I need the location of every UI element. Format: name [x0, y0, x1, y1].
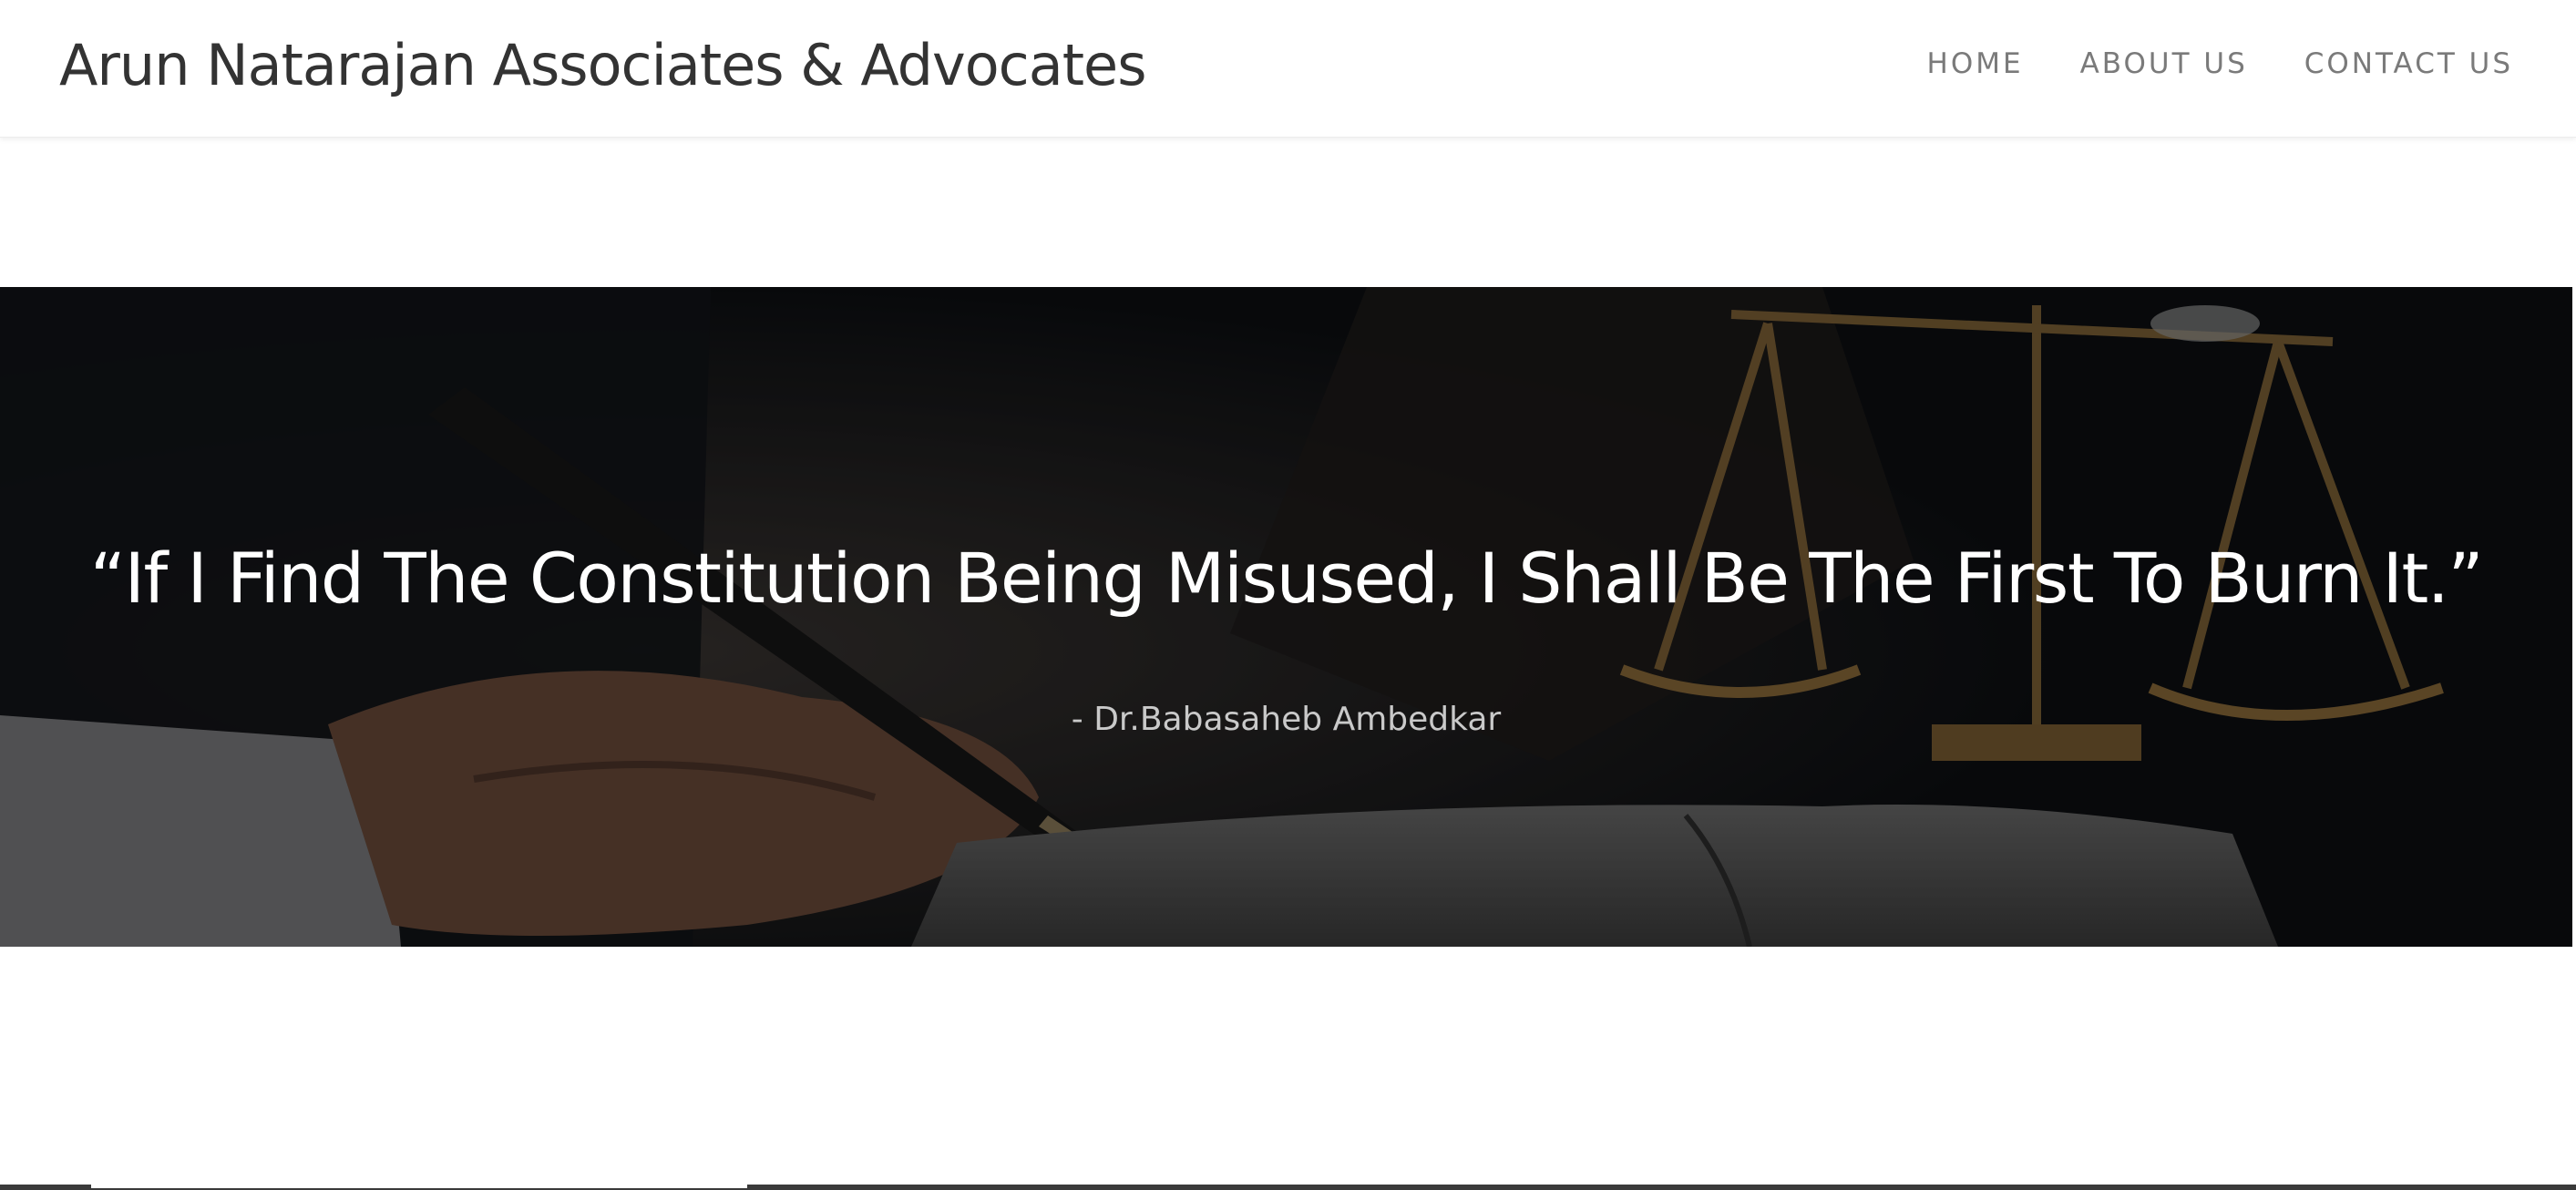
hero-banner: “If I Find The Constitution Being Misuse… — [0, 287, 2572, 947]
page-bottom-highlight — [91, 1185, 747, 1188]
nav-about-link[interactable]: ABOUT US — [2080, 44, 2248, 84]
hero-quote-author: - Dr.Babasaheb Ambedkar — [1071, 701, 1502, 738]
nav-menu: HOME ABOUT US CONTACT US — [1927, 44, 2513, 84]
navbar: Arun Natarajan Associates & Advocates HO… — [0, 0, 2576, 138]
brand-logo-text[interactable]: Arun Natarajan Associates & Advocates — [59, 27, 1146, 104]
nav-contact-link[interactable]: CONTACT US — [2304, 44, 2513, 84]
hero-quote: “If I Find The Constitution Being Misuse… — [89, 538, 2484, 619]
nav-home-link[interactable]: HOME — [1927, 44, 2024, 84]
